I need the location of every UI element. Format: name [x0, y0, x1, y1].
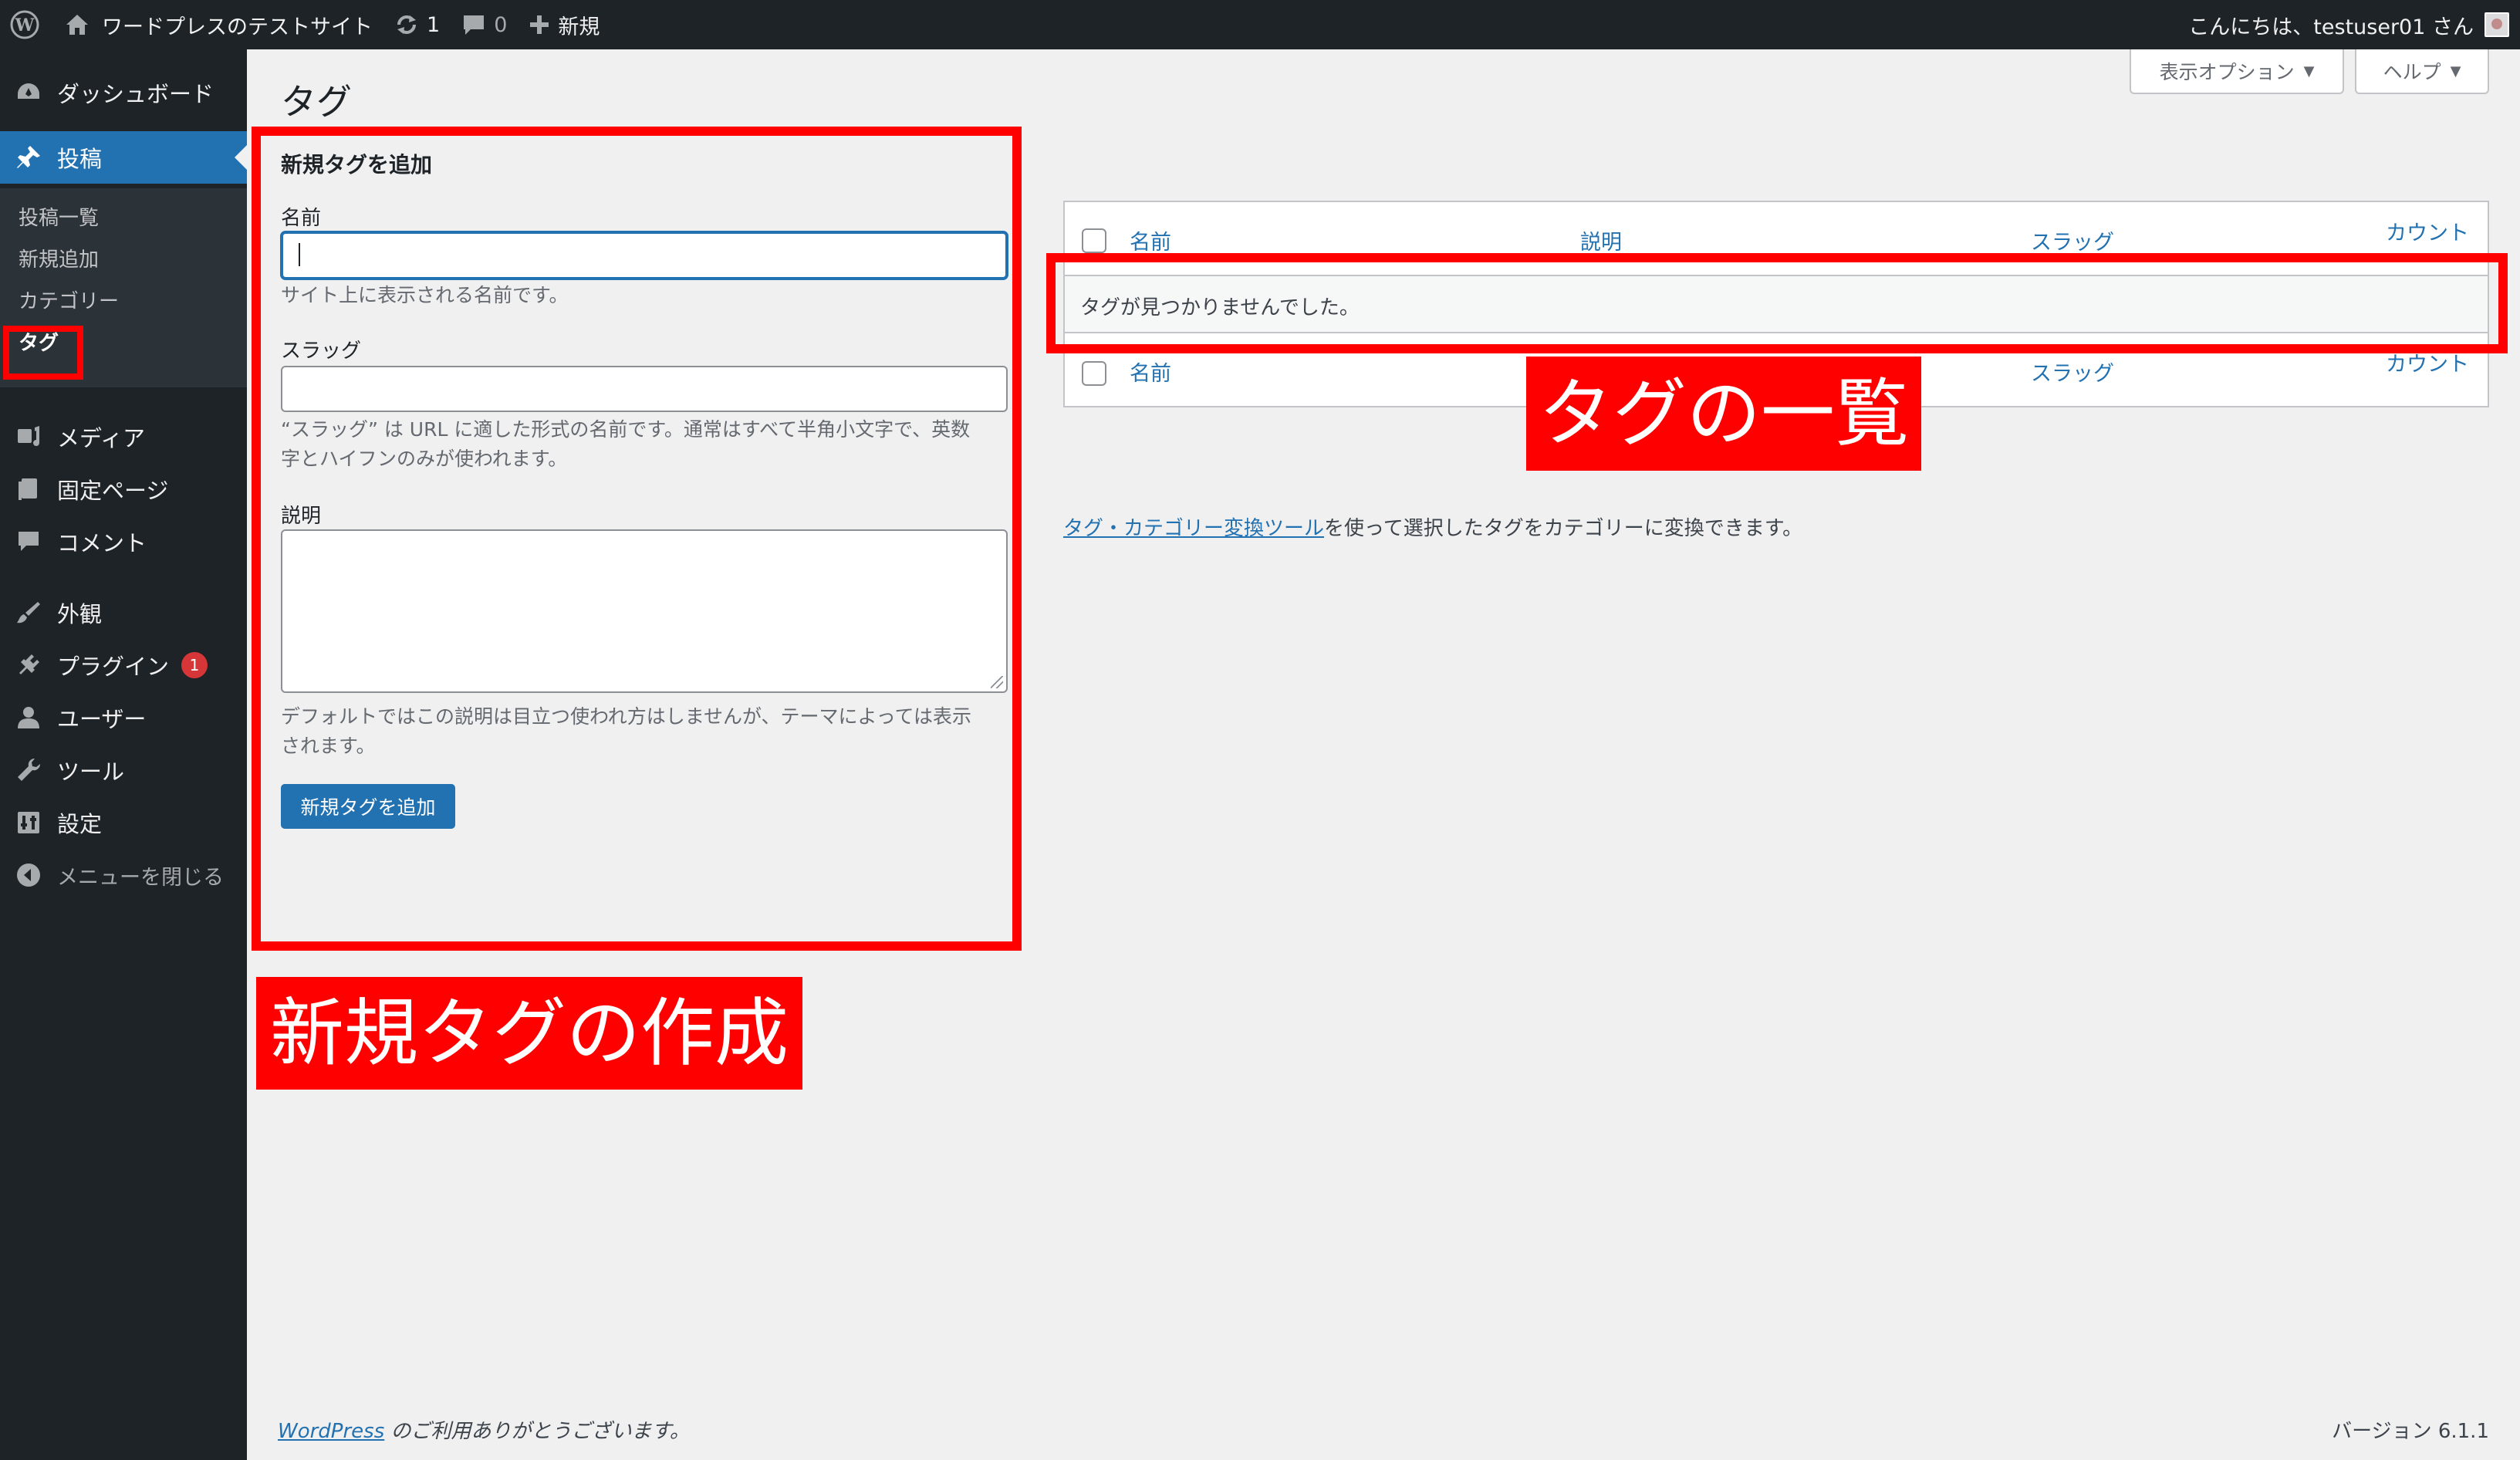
wordpress-logo-button[interactable]: W — [0, 0, 54, 49]
column-name-footer[interactable]: 名前 — [1130, 357, 1171, 387]
comment-bubble-icon — [464, 15, 485, 35]
converter-tool-link[interactable]: タグ・カテゴリー変換ツール — [1063, 517, 1324, 540]
menu-item-plugins[interactable]: プラグイン 1 — [0, 639, 247, 691]
menu-label: プラグイン — [57, 654, 170, 680]
converter-note: タグ・カテゴリー変換ツールを使って選択したタグをカテゴリーに変換できます。 — [1063, 512, 1802, 541]
converter-note-text: を使って選択したタグをカテゴリーに変換できます。 — [1324, 517, 1803, 540]
page-title: タグ — [281, 81, 352, 123]
menu-item-dashboard[interactable]: ダッシュボード — [0, 66, 247, 119]
menu-item-posts[interactable]: 投稿 — [0, 131, 247, 184]
brush-icon — [14, 598, 43, 627]
media-icon — [14, 422, 43, 451]
collapse-icon — [14, 860, 43, 890]
menu-item-tools[interactable]: ツール — [0, 744, 247, 796]
submenu-categories[interactable]: カテゴリー — [19, 286, 119, 314]
menu-label: メニューを閉じる — [57, 865, 224, 890]
submenu-add-new[interactable]: 新規追加 — [19, 244, 99, 272]
annotation-label-tag-list: タグの一覧 — [1526, 357, 1921, 471]
plugin-update-badge: 1 — [181, 652, 208, 678]
updates-link[interactable]: 1 — [383, 0, 451, 49]
help-label: ヘルプ — [2383, 61, 2441, 83]
column-slug-footer[interactable]: スラッグ — [2031, 357, 2114, 387]
site-name-link[interactable]: ワードプレスのテストサイト — [54, 0, 383, 49]
menu-label: 設定 — [57, 811, 103, 837]
menu-item-appearance[interactable]: 外観 — [0, 586, 247, 639]
site-name: ワードプレスのテストサイト — [102, 15, 373, 39]
menu-label: 投稿 — [57, 146, 103, 172]
screen-options-label: 表示オプション — [2159, 61, 2295, 83]
column-count-header[interactable]: カウント — [2386, 216, 2469, 246]
menu-item-media[interactable]: メディア — [0, 411, 247, 463]
screen-options-button[interactable]: 表示オプション ▼ — [2130, 49, 2344, 94]
avatar — [2485, 12, 2509, 37]
menu-label: 固定ページ — [57, 478, 169, 504]
user-icon — [14, 703, 43, 732]
submenu-all-posts[interactable]: 投稿一覧 — [19, 202, 99, 231]
updates-count: 1 — [427, 12, 441, 37]
annotation-box-add-form — [252, 127, 1022, 951]
column-slug-header[interactable]: スラッグ — [2031, 225, 2114, 255]
annotation-box-tag-list — [1046, 253, 2508, 353]
admin-menu: ダッシュボード 投稿 投稿一覧 新規追加 カテゴリー タグ メディア 固定ページ… — [0, 49, 247, 1460]
admin-bar: W ワードプレスのテストサイト 1 0 新規 こんにちは、testuser01 … — [0, 0, 2520, 49]
home-icon — [66, 15, 88, 35]
footer-thanks-text: のご利用ありがとうございます。 — [384, 1420, 690, 1443]
plus-icon — [530, 15, 549, 34]
caret-down-icon: ▼ — [2450, 63, 2461, 79]
greeting-text: こんにちは、testuser01 さん — [2188, 15, 2474, 39]
menu-label: 外観 — [57, 601, 103, 627]
menu-item-settings[interactable]: 設定 — [0, 796, 247, 849]
column-description-header: 説明 — [1580, 231, 1622, 255]
annotation-label-add-form: 新規タグの作成 — [256, 977, 802, 1090]
select-all-checkbox-bottom[interactable] — [1082, 361, 1106, 386]
menu-item-pages[interactable]: 固定ページ — [0, 463, 247, 515]
menu-label: コメント — [57, 530, 147, 556]
annotation-box-tags-menu — [3, 326, 83, 380]
column-name-header[interactable]: 名前 — [1130, 225, 1171, 255]
new-label: 新規 — [558, 15, 600, 39]
wordpress-logo-icon: W — [10, 10, 39, 39]
select-all-checkbox-top[interactable] — [1082, 228, 1106, 253]
help-button[interactable]: ヘルプ ▼ — [2355, 49, 2489, 94]
comments-count: 0 — [494, 12, 508, 37]
pin-icon — [14, 143, 43, 172]
menu-label: ユーザー — [57, 706, 147, 732]
page-icon — [14, 475, 43, 504]
comments-link[interactable]: 0 — [451, 0, 518, 49]
menu-label: ダッシュボード — [57, 81, 215, 107]
svg-text:W: W — [15, 15, 35, 35]
caret-down-icon: ▼ — [2303, 63, 2315, 79]
menu-item-comments[interactable]: コメント — [0, 515, 247, 568]
new-content-link[interactable]: 新規 — [518, 0, 610, 49]
comment-icon — [14, 527, 43, 556]
wordpress-link[interactable]: WordPress — [278, 1420, 384, 1443]
dashboard-icon — [14, 78, 43, 107]
plugin-icon — [14, 651, 43, 680]
wrench-icon — [14, 755, 43, 785]
menu-item-users[interactable]: ユーザー — [0, 691, 247, 744]
menu-label: ツール — [57, 759, 125, 785]
footer-version: バージョン 6.1.1 — [2332, 1420, 2489, 1443]
menu-item-collapse[interactable]: メニューを閉じる — [0, 849, 247, 901]
settings-icon — [14, 808, 43, 837]
footer-thanks: WordPress のご利用ありがとうございます。 — [278, 1415, 690, 1444]
menu-label: メディア — [57, 425, 145, 451]
update-icon — [397, 15, 416, 34]
my-account-link[interactable]: こんにちは、testuser01 さん — [2177, 0, 2520, 49]
